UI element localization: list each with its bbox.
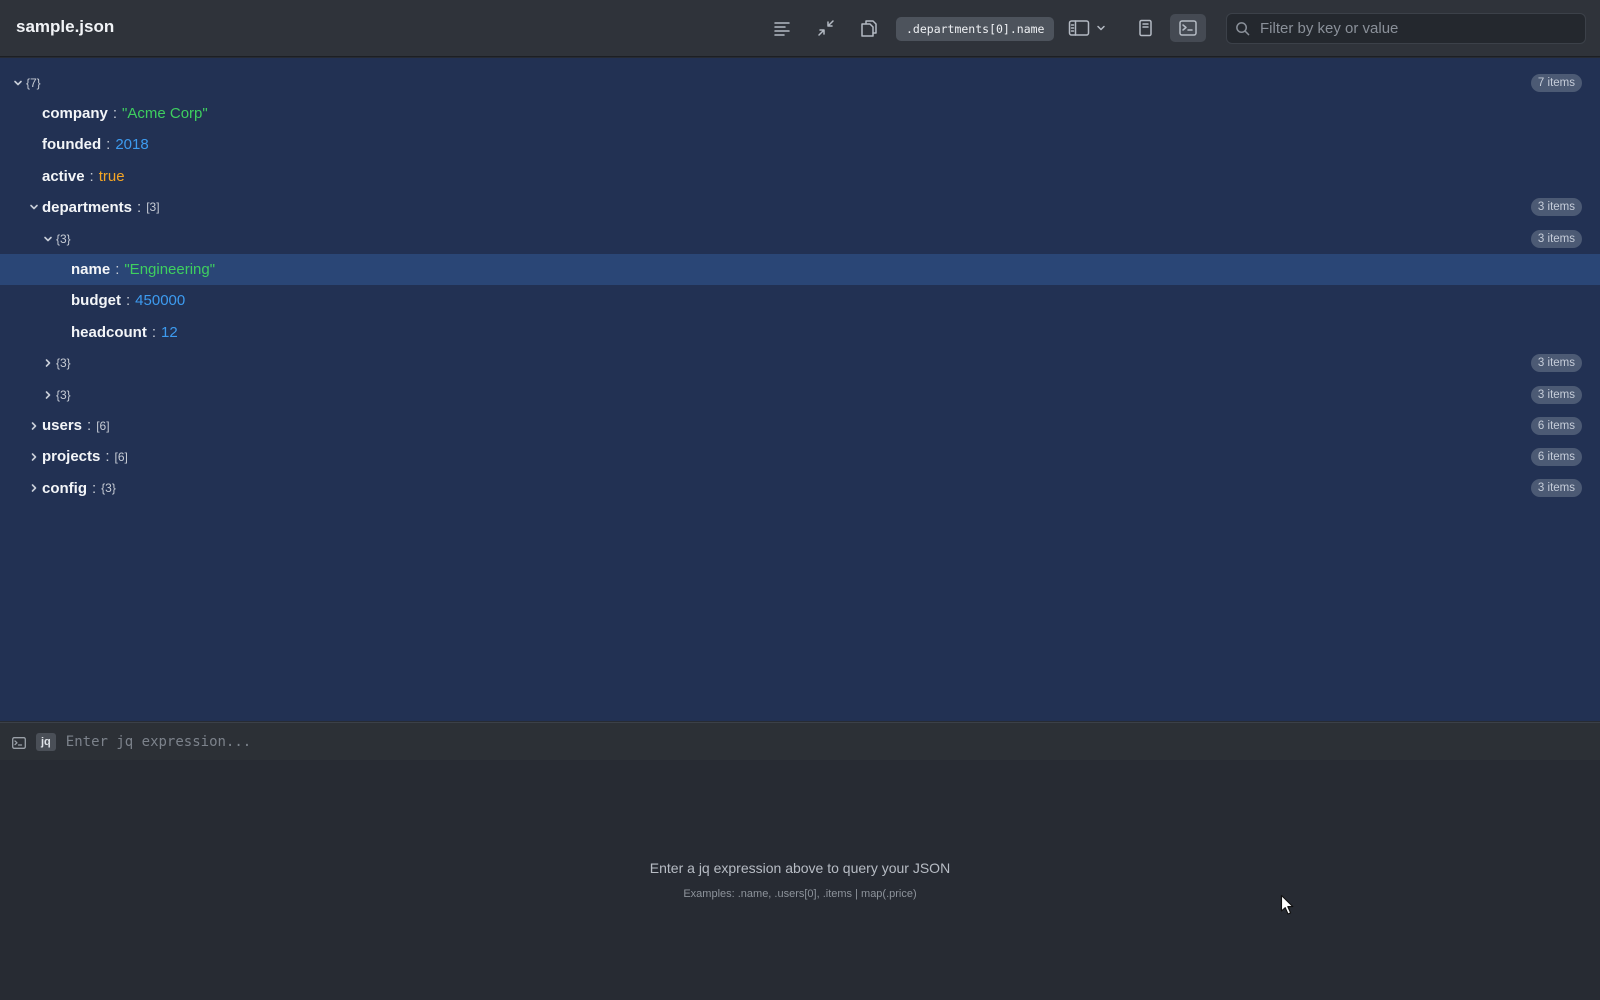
node-type-count: {3} — [56, 356, 71, 371]
key-separator: : — [115, 261, 120, 279]
query-result-panel: Enter a jq expression above to query you… — [0, 760, 1600, 1000]
search-icon — [1236, 22, 1250, 36]
tree-node[interactable]: users: [6] 6 items — [0, 410, 1600, 441]
collapse-icon — [818, 20, 834, 36]
chevron-down-icon[interactable] — [12, 77, 24, 89]
collapse-button[interactable] — [812, 14, 840, 42]
chevron-right-icon[interactable] — [42, 389, 54, 401]
query-hint: Enter a jq expression above to query you… — [649, 860, 951, 876]
json-tree: {7} 7 items company: "Acme Corp" founded:201… — [0, 58, 1600, 721]
key-separator: : — [106, 136, 111, 154]
tree-node[interactable]: {7} 7 items — [0, 67, 1600, 98]
node-value: 2018 — [115, 136, 149, 154]
key-separator: : — [112, 105, 118, 123]
node-value: "Acme Corp" — [122, 105, 208, 123]
node-key: headcount — [71, 323, 147, 341]
node-key: users — [42, 417, 83, 435]
tree-node[interactable]: {3} 3 items — [0, 379, 1600, 410]
node-key: budget — [71, 292, 121, 310]
node-type-count: [3] — [146, 200, 160, 215]
node-key: active — [42, 167, 85, 185]
tree-leaf[interactable]: active: true — [0, 161, 1600, 192]
format-icon — [774, 22, 790, 36]
node-type-count: {3} — [56, 387, 71, 402]
node-key: founded — [42, 136, 102, 154]
jq-tag: jq — [36, 732, 56, 751]
query-examples: Examples: .name, .users[0], .items | map… — [683, 888, 917, 900]
node-value: true — [98, 167, 125, 185]
item-count-badge: 7 items — [1530, 73, 1582, 92]
node-key: departments — [42, 198, 133, 216]
jq-query-bar: jq — [0, 722, 1600, 760]
chevron-right-icon[interactable] — [28, 482, 40, 494]
key-separator: : — [137, 198, 142, 216]
item-count-badge: 3 items — [1530, 354, 1582, 373]
mouse-pointer-icon — [1280, 894, 1294, 915]
chevron-right-icon[interactable] — [28, 451, 40, 463]
copy-button[interactable] — [855, 14, 883, 42]
tree-node[interactable]: {3} 3 items — [0, 348, 1600, 379]
tree-leaf[interactable]: headcount:12 — [0, 317, 1600, 348]
node-key: name — [71, 261, 111, 279]
chevron-right-icon[interactable] — [28, 420, 40, 432]
tree-node[interactable]: {3} 3 items — [0, 223, 1600, 254]
layout-icon — [1068, 20, 1090, 36]
node-type-count: {3} — [101, 481, 116, 496]
format-button[interactable] — [768, 14, 796, 42]
tree-leaf[interactable]: founded:2018 — [0, 129, 1600, 160]
key-separator: : — [126, 292, 131, 310]
chevron-down-icon[interactable] — [28, 201, 40, 213]
item-count-badge: 3 items — [1530, 198, 1582, 217]
tree-leaf[interactable]: budget:450000 — [0, 285, 1600, 316]
tree-leaf[interactable]: company: "Acme Corp" — [0, 98, 1600, 129]
chevron-down-icon — [1097, 25, 1105, 31]
key-separator: : — [87, 417, 92, 435]
item-count-badge: 3 items — [1530, 229, 1582, 248]
key-separator: : — [89, 167, 94, 185]
document-icon — [1139, 19, 1152, 37]
item-count-badge: 6 items — [1530, 416, 1582, 435]
node-value: 450000 — [135, 292, 186, 310]
node-type-count: {7} — [26, 75, 41, 90]
tree-node[interactable]: projects: [6] 6 items — [0, 441, 1600, 472]
jq-expression-input[interactable] — [63, 732, 1468, 751]
tree-leaf[interactable]: name: "Engineering" — [0, 254, 1600, 286]
item-count-badge: 6 items — [1530, 447, 1582, 466]
console-icon — [12, 736, 26, 749]
jq-console-button[interactable] — [1170, 14, 1206, 42]
node-type-count: [6] — [114, 449, 128, 464]
item-count-badge: 3 items — [1530, 385, 1582, 404]
node-value: 12 — [161, 323, 178, 341]
chevron-right-icon[interactable] — [42, 357, 54, 369]
tree-node[interactable]: config: {3} 3 items — [0, 473, 1600, 504]
terminal-icon — [1179, 20, 1197, 36]
window-title: sample.json — [16, 17, 115, 36]
node-key: config — [42, 479, 87, 497]
tree-node[interactable]: departments: [3] 3 items — [0, 192, 1600, 223]
path-pill[interactable]: .departments[0].name — [896, 17, 1055, 41]
node-type-count: [6] — [96, 418, 110, 433]
filter-search — [1226, 13, 1586, 44]
chevron-down-icon[interactable] — [42, 233, 54, 245]
item-count-badge: 3 items — [1530, 479, 1582, 498]
node-type-count: {3} — [56, 231, 71, 246]
node-key: company — [42, 105, 108, 123]
filter-input[interactable] — [1258, 19, 1572, 38]
key-separator: : — [151, 323, 157, 341]
key-separator: : — [92, 479, 97, 497]
layout-menu-button[interactable] — [1068, 14, 1116, 42]
node-key: projects — [42, 448, 101, 466]
document-button[interactable] — [1131, 14, 1159, 42]
toolbar: sample.json .departments[0].name — [0, 0, 1600, 57]
key-separator: : — [105, 448, 110, 466]
node-value: "Engineering" — [124, 261, 216, 279]
copy-icon — [861, 20, 877, 37]
